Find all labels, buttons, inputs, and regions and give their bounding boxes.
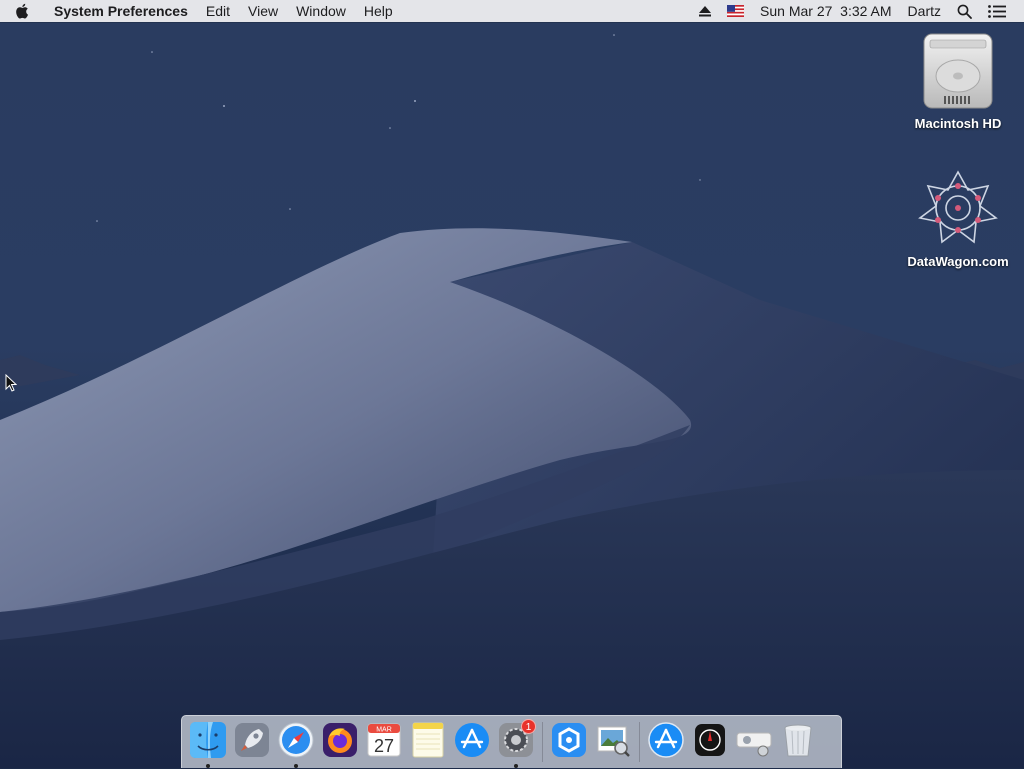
projector-app-icon — [736, 732, 772, 756]
dock-item-launchpad[interactable] — [230, 716, 274, 769]
menu-window[interactable]: Window — [287, 0, 355, 22]
app-menu[interactable]: System Preferences — [44, 0, 197, 22]
user-menu[interactable]: Dartz — [900, 0, 949, 22]
app-icon — [552, 722, 586, 757]
dock-item-app-store-2[interactable] — [644, 716, 688, 769]
desktop-icon-datawagon[interactable]: DataWagon.com — [903, 168, 1013, 269]
us-flag-input-icon[interactable] — [719, 5, 752, 17]
dock-item-clock-app[interactable] — [688, 716, 732, 769]
dock: MAR 27 1 — [181, 715, 842, 768]
dock-separator — [542, 722, 543, 762]
trash-icon — [784, 724, 812, 756]
desktop-icon-label: DataWagon.com — [907, 254, 1009, 269]
calendar-month: MAR — [376, 726, 392, 733]
mouse-cursor-icon — [5, 374, 17, 392]
launchpad-icon — [235, 722, 269, 757]
dock-item-safari[interactable] — [274, 716, 318, 769]
hard-drive-icon — [923, 33, 993, 109]
desktop-wallpaper — [0, 0, 1024, 768]
firefox-icon — [323, 722, 357, 757]
menu-view[interactable]: View — [239, 0, 287, 22]
dock-item-firefox[interactable] — [318, 716, 362, 769]
menu-help[interactable]: Help — [355, 0, 402, 22]
dock-item-system-preferences[interactable]: 1 — [494, 716, 538, 769]
app-store-icon — [648, 721, 684, 758]
notes-icon — [412, 722, 444, 757]
eject-icon[interactable] — [691, 5, 719, 17]
preview-icon — [597, 726, 630, 757]
dock-item-trash[interactable] — [776, 716, 820, 769]
dock-item-calendar[interactable]: MAR 27 — [362, 716, 406, 769]
apple-menu-icon[interactable] — [0, 3, 44, 19]
notification-center-icon[interactable] — [980, 4, 1014, 18]
menu-bar: System Preferences Edit View Window Help… — [0, 0, 1024, 22]
dock-item-finder[interactable] — [186, 716, 230, 769]
calendar-day: 27 — [374, 736, 394, 756]
desktop-icon-label: Macintosh HD — [914, 116, 1002, 131]
clock[interactable]: Sun Mar 27 3:32 AM — [752, 0, 900, 22]
dock-item-preview[interactable] — [591, 716, 635, 769]
dock-item-app-store[interactable] — [450, 716, 494, 769]
clock-app-icon — [695, 723, 725, 756]
safari-icon — [278, 722, 314, 757]
spotlight-search-icon[interactable] — [949, 4, 980, 19]
calendar-icon: MAR 27 — [367, 723, 401, 756]
datawagon-logo-icon — [918, 170, 998, 244]
menu-edit[interactable]: Edit — [197, 0, 239, 22]
dock-separator — [639, 722, 640, 762]
dock-item-notes[interactable] — [406, 716, 450, 769]
dock-item-app[interactable] — [547, 716, 591, 769]
app-store-icon — [455, 722, 489, 757]
notification-badge: 1 — [521, 718, 536, 734]
desktop-icon-macintosh-hd[interactable]: Macintosh HD — [903, 32, 1013, 131]
dock-item-projector-app[interactable] — [732, 716, 776, 769]
finder-icon — [190, 721, 226, 758]
